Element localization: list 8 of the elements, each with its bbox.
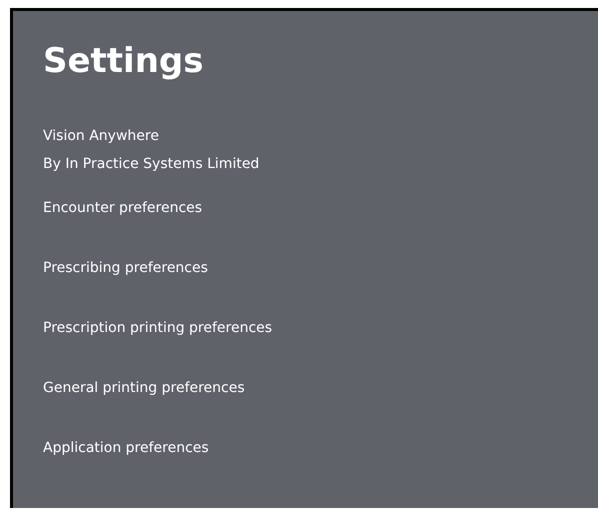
- app-name: Vision Anywhere: [43, 127, 159, 146]
- settings-link[interactable]: General printing preferences: [43, 368, 245, 408]
- settings-link[interactable]: Prescribing preferences: [43, 248, 208, 288]
- settings-link[interactable]: Prescription printing preferences: [43, 308, 272, 348]
- settings-title: Settings: [43, 40, 204, 83]
- publisher-text: By In Practice Systems Limited: [43, 155, 260, 174]
- settings-link[interactable]: Encounter preferences: [43, 188, 202, 228]
- settings-link[interactable]: Application preferences: [43, 428, 209, 468]
